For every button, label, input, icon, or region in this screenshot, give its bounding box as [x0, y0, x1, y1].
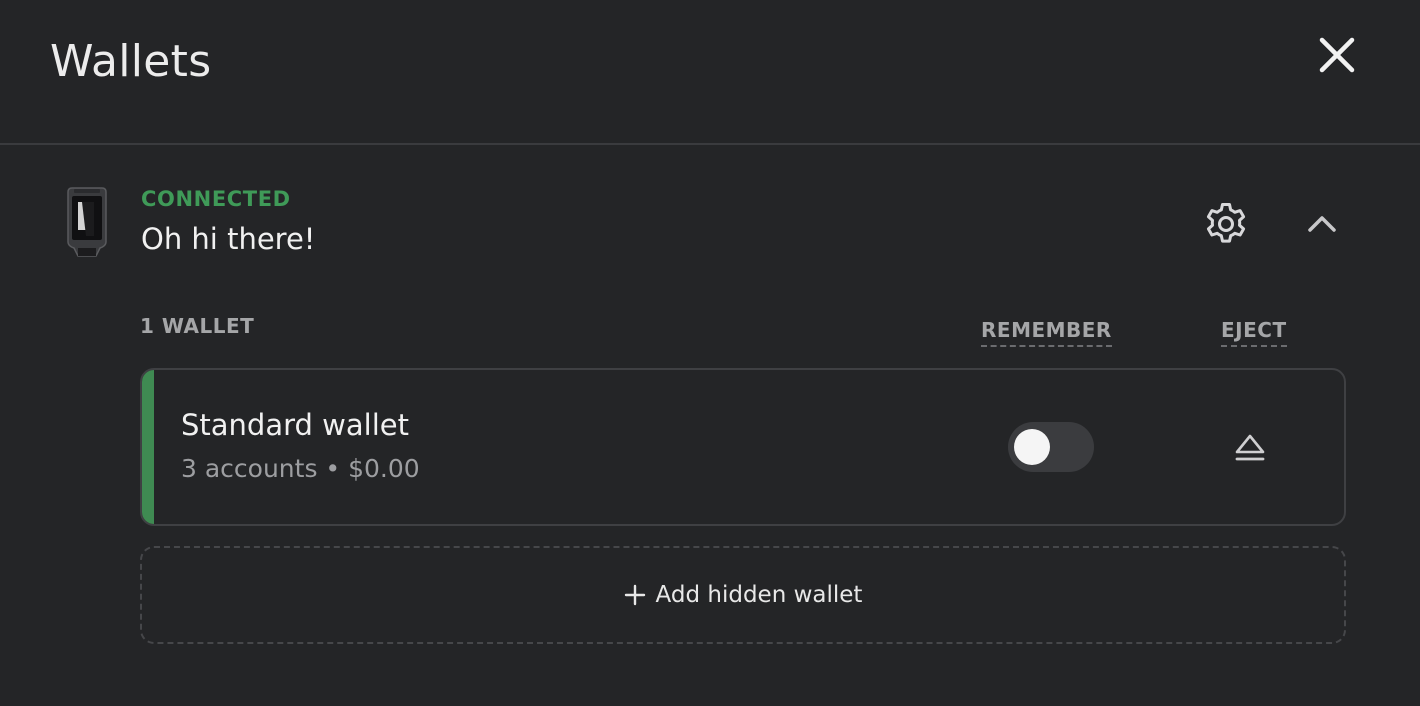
plus-icon	[624, 584, 645, 606]
page-title: Wallets	[50, 36, 212, 87]
toggle-knob	[1014, 429, 1050, 465]
close-button[interactable]	[1314, 32, 1360, 78]
wallet-name: Standard wallet	[181, 408, 409, 442]
device-settings-button[interactable]	[1202, 200, 1250, 248]
modal-header: Wallets	[0, 0, 1420, 145]
eject-column-label[interactable]: EJECT	[1221, 318, 1287, 347]
eject-icon	[1235, 434, 1265, 461]
add-hidden-wallet-label: Add hidden wallet	[655, 582, 863, 608]
device-image	[67, 187, 107, 257]
close-icon	[1319, 37, 1355, 73]
remember-column-label[interactable]: REMEMBER	[981, 318, 1112, 347]
wallet-count-label: 1 WALLET	[140, 314, 255, 338]
eject-button[interactable]	[1232, 430, 1268, 466]
collapse-button[interactable]	[1302, 204, 1342, 244]
device-row: CONNECTED Oh hi there!	[0, 146, 1420, 286]
chevron-up-icon	[1308, 216, 1336, 232]
wallet-item-standard[interactable]: Standard wallet 3 accounts • $0.00	[140, 368, 1346, 526]
device-name: Oh hi there!	[141, 222, 316, 256]
wallet-active-accent	[142, 370, 154, 524]
remember-toggle[interactable]	[1008, 422, 1094, 472]
wallet-meta: 3 accounts • $0.00	[181, 454, 420, 483]
add-hidden-wallet-button[interactable]: Add hidden wallet	[140, 546, 1346, 644]
connection-status: CONNECTED	[141, 187, 291, 211]
gear-icon	[1206, 203, 1246, 243]
